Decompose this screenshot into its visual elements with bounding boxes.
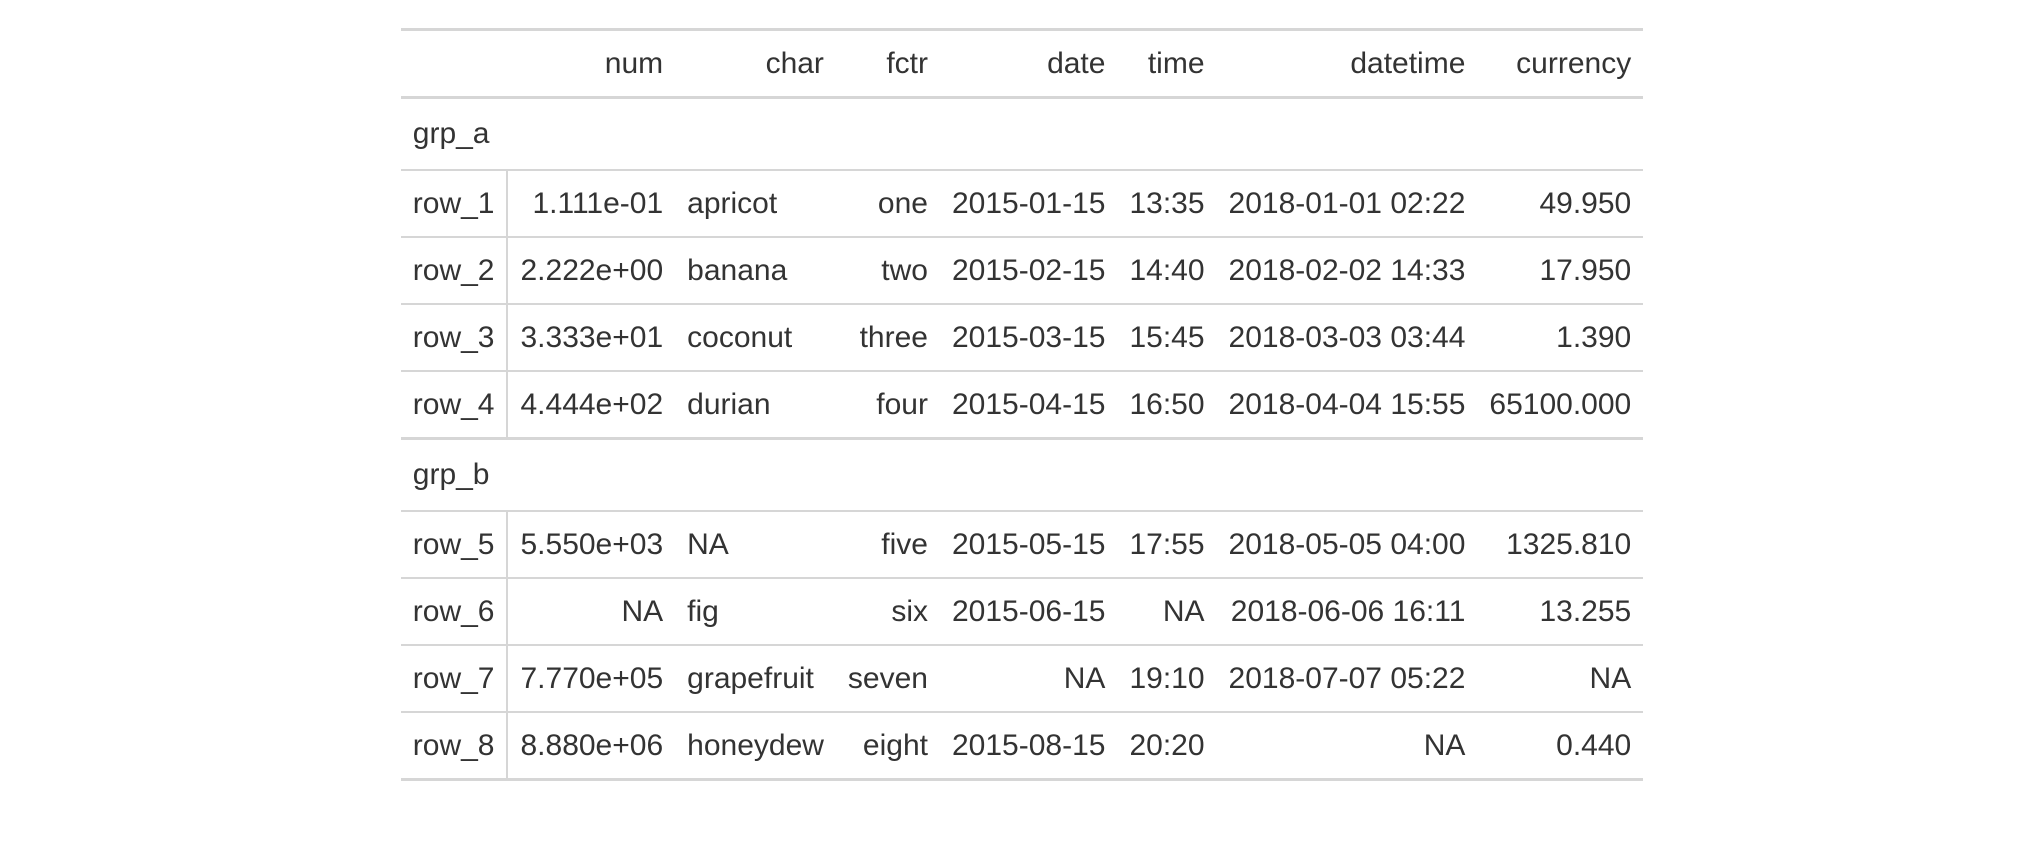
cell-fctr: two <box>836 237 940 304</box>
cell-datetime: 2018-04-04 15:55 <box>1217 371 1478 439</box>
group-label: grp_a <box>401 98 1643 171</box>
cell-time: 13:35 <box>1117 170 1216 237</box>
cell-stub: row_3 <box>401 304 508 371</box>
cell-char: honeydew <box>675 712 836 780</box>
cell-stub: row_1 <box>401 170 508 237</box>
cell-stub: row_2 <box>401 237 508 304</box>
header-num: num <box>507 30 675 98</box>
header-char: char <box>675 30 836 98</box>
group-row: grp_a <box>401 98 1643 171</box>
cell-time: NA <box>1117 578 1216 645</box>
header-datetime: datetime <box>1217 30 1478 98</box>
header-row: num char fctr date time datetime currenc… <box>401 30 1643 98</box>
cell-num: 8.880e+06 <box>507 712 675 780</box>
cell-datetime: 2018-06-06 16:11 <box>1217 578 1478 645</box>
cell-currency: 17.950 <box>1477 237 1643 304</box>
cell-time: 16:50 <box>1117 371 1216 439</box>
cell-fctr: one <box>836 170 940 237</box>
cell-char: coconut <box>675 304 836 371</box>
cell-currency: 49.950 <box>1477 170 1643 237</box>
cell-char: banana <box>675 237 836 304</box>
table-row: row_3 3.333e+01 coconut three 2015-03-15… <box>401 304 1643 371</box>
cell-fctr: four <box>836 371 940 439</box>
cell-date: 2015-05-15 <box>940 511 1117 578</box>
cell-num: 4.444e+02 <box>507 371 675 439</box>
cell-currency: 0.440 <box>1477 712 1643 780</box>
header-currency: currency <box>1477 30 1643 98</box>
cell-time: 19:10 <box>1117 645 1216 712</box>
cell-stub: row_7 <box>401 645 508 712</box>
cell-char: apricot <box>675 170 836 237</box>
cell-date: 2015-01-15 <box>940 170 1117 237</box>
data-table: num char fctr date time datetime currenc… <box>401 28 1643 781</box>
cell-datetime: 2018-03-03 03:44 <box>1217 304 1478 371</box>
cell-date: 2015-04-15 <box>940 371 1117 439</box>
cell-date: 2015-02-15 <box>940 237 1117 304</box>
header-fctr: fctr <box>836 30 940 98</box>
cell-char: NA <box>675 511 836 578</box>
cell-char: fig <box>675 578 836 645</box>
cell-stub: row_5 <box>401 511 508 578</box>
cell-num: 3.333e+01 <box>507 304 675 371</box>
cell-fctr: three <box>836 304 940 371</box>
cell-date: 2015-08-15 <box>940 712 1117 780</box>
cell-fctr: seven <box>836 645 940 712</box>
cell-num: 1.111e-01 <box>507 170 675 237</box>
cell-date: NA <box>940 645 1117 712</box>
cell-currency: 1.390 <box>1477 304 1643 371</box>
cell-currency: 13.255 <box>1477 578 1643 645</box>
cell-date: 2015-03-15 <box>940 304 1117 371</box>
cell-time: 17:55 <box>1117 511 1216 578</box>
cell-datetime: NA <box>1217 712 1478 780</box>
cell-time: 14:40 <box>1117 237 1216 304</box>
cell-num: 2.222e+00 <box>507 237 675 304</box>
cell-datetime: 2018-07-07 05:22 <box>1217 645 1478 712</box>
header-date: date <box>940 30 1117 98</box>
cell-datetime: 2018-02-02 14:33 <box>1217 237 1478 304</box>
group-label: grp_b <box>401 439 1643 512</box>
table-row: row_7 7.770e+05 grapefruit seven NA 19:1… <box>401 645 1643 712</box>
table-row: row_6 NA fig six 2015-06-15 NA 2018-06-0… <box>401 578 1643 645</box>
group-row: grp_b <box>401 439 1643 512</box>
cell-stub: row_8 <box>401 712 508 780</box>
cell-datetime: 2018-05-05 04:00 <box>1217 511 1478 578</box>
cell-num: 5.550e+03 <box>507 511 675 578</box>
cell-stub: row_6 <box>401 578 508 645</box>
cell-fctr: eight <box>836 712 940 780</box>
cell-currency: NA <box>1477 645 1643 712</box>
cell-char: grapefruit <box>675 645 836 712</box>
cell-date: 2015-06-15 <box>940 578 1117 645</box>
cell-currency: 1325.810 <box>1477 511 1643 578</box>
cell-num: NA <box>507 578 675 645</box>
table-row: row_8 8.880e+06 honeydew eight 2015-08-1… <box>401 712 1643 780</box>
cell-time: 20:20 <box>1117 712 1216 780</box>
table-row: row_4 4.444e+02 durian four 2015-04-15 1… <box>401 371 1643 439</box>
header-stub <box>401 30 508 98</box>
cell-char: durian <box>675 371 836 439</box>
table-row: row_2 2.222e+00 banana two 2015-02-15 14… <box>401 237 1643 304</box>
table-row: row_5 5.550e+03 NA five 2015-05-15 17:55… <box>401 511 1643 578</box>
header-time: time <box>1117 30 1216 98</box>
cell-currency: 65100.000 <box>1477 371 1643 439</box>
cell-stub: row_4 <box>401 371 508 439</box>
cell-fctr: six <box>836 578 940 645</box>
table-row: row_1 1.111e-01 apricot one 2015-01-15 1… <box>401 170 1643 237</box>
cell-datetime: 2018-01-01 02:22 <box>1217 170 1478 237</box>
cell-fctr: five <box>836 511 940 578</box>
cell-num: 7.770e+05 <box>507 645 675 712</box>
cell-time: 15:45 <box>1117 304 1216 371</box>
